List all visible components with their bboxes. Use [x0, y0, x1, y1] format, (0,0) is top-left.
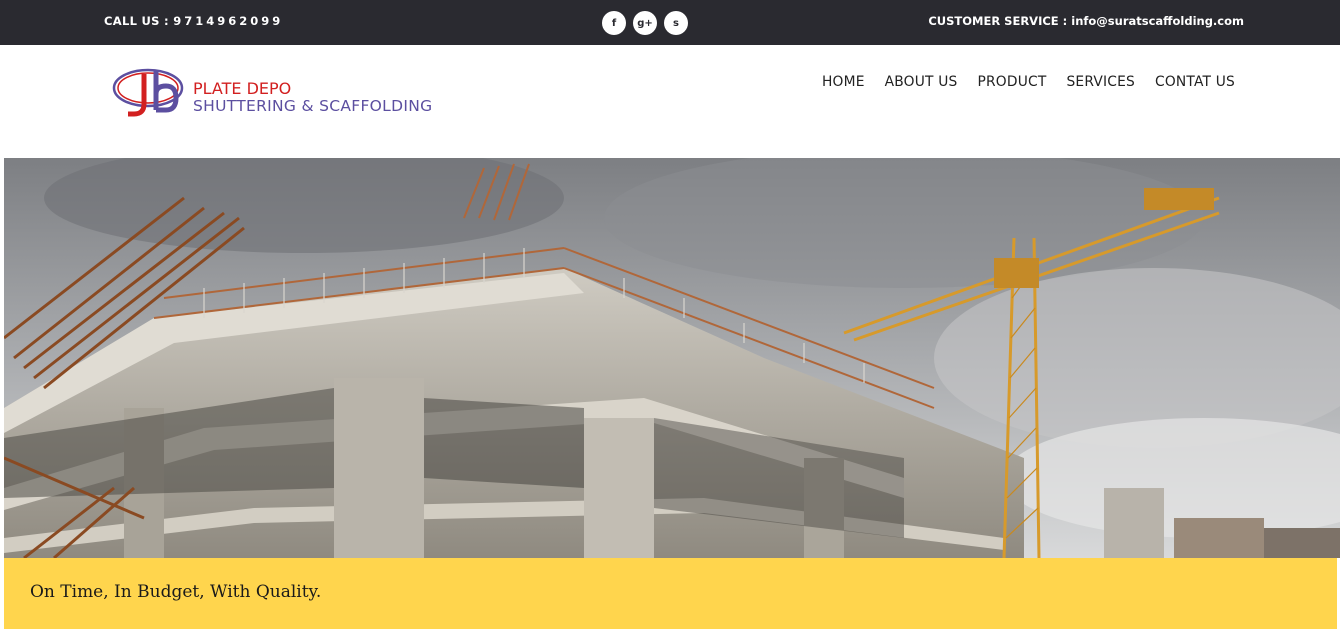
tagline-text: On Time, In Budget, With Quality.: [30, 582, 322, 602]
logo-line-2: SHUTTERING & SCAFFOLDING: [193, 97, 433, 115]
nav-contact-us[interactable]: CONTAT US: [1155, 74, 1235, 90]
nav-product[interactable]: PRODUCT: [978, 74, 1047, 90]
logo-mark-icon: [112, 68, 184, 117]
google-plus-icon[interactable]: g+: [633, 11, 657, 35]
main-nav: HOME ABOUT US PRODUCT SERVICES CONTAT US: [822, 74, 1235, 90]
call-us-text: CALL US : 9714962099: [104, 14, 283, 28]
logo-line-1: PLATE DEPO: [193, 79, 292, 98]
call-us-number[interactable]: 9714962099: [173, 14, 283, 28]
skype-icon[interactable]: s: [664, 11, 688, 35]
facebook-icon[interactable]: f: [602, 11, 626, 35]
social-links: f g+ s: [602, 11, 688, 35]
nav-services[interactable]: SERVICES: [1066, 74, 1135, 90]
site-logo[interactable]: PLATE DEPO SHUTTERING & SCAFFOLDING: [110, 64, 470, 122]
customer-service-email[interactable]: CUSTOMER SERVICE : info@suratscaffolding…: [928, 14, 1244, 28]
nav-about-us[interactable]: ABOUT US: [885, 74, 958, 90]
site-header: PLATE DEPO SHUTTERING & SCAFFOLDING HOME…: [0, 45, 1340, 158]
top-bar: CALL US : 9714962099 f g+ s CUSTOMER SER…: [0, 0, 1340, 45]
call-us-label: CALL US :: [104, 14, 174, 28]
hero-banner: [4, 158, 1340, 558]
tagline-band: On Time, In Budget, With Quality.: [4, 558, 1337, 629]
nav-home[interactable]: HOME: [822, 74, 865, 90]
construction-site-image: [4, 158, 1340, 558]
